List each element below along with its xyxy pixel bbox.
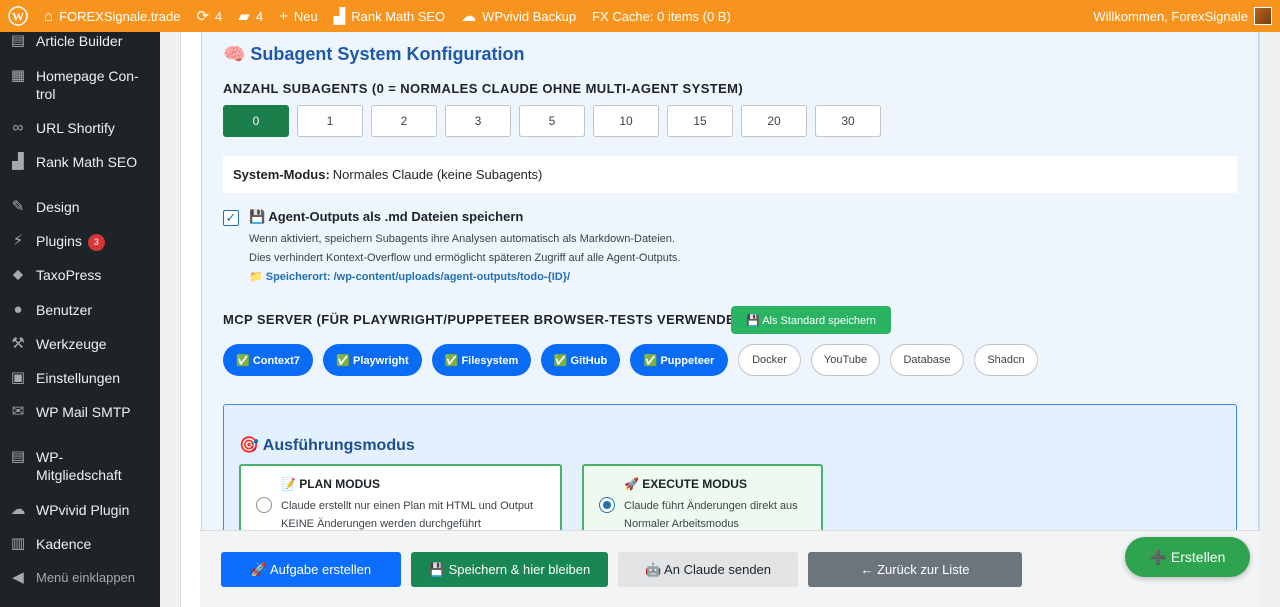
mcp-youtube-toggle[interactable]: YouTube — [811, 344, 880, 376]
system-mode-box: System-Modus: Normales Claude (keine Suba… — [223, 156, 1237, 193]
execute-mode-radio[interactable] — [599, 497, 615, 513]
sidebar-item-homepage-control[interactable]: ▦ Homepage Con-trol — [0, 67, 160, 103]
execution-mode-title: 🎯 Ausführungsmodus — [239, 437, 415, 454]
mcp-playwright-toggle[interactable]: ✅ Playwright — [323, 344, 422, 376]
plan-mode-title: 📝 PLAN MODUS — [281, 477, 380, 491]
sidebar-item-design[interactable]: ✎ Design — [0, 198, 160, 216]
plugins-update-badge: 3 — [87, 234, 105, 251]
execute-mode-title: 🚀 EXECUTE MODUS — [624, 477, 747, 491]
kadence-icon: ▥ — [10, 535, 26, 552]
plus-icon: + — [279, 7, 288, 25]
create-task-button[interactable]: 🚀 Aufgabe erstellen — [221, 552, 401, 587]
rankmath-link[interactable]: ▟ Rank Math SEO — [326, 0, 453, 32]
new-content-link[interactable]: + Neu — [271, 0, 326, 32]
cloud-icon: ☁ — [10, 501, 26, 518]
admin-bar: W ⌂ FOREXSignale.trade ⟳ 4 ▰ 4 + Neu ▟ Rank M… — [0, 0, 1280, 32]
save-outputs-help-1: Wenn aktiviert, speichern Subagents ihre… — [249, 233, 675, 245]
sidebar-item-rank-math[interactable]: ▟ Rank Math SEO — [0, 153, 160, 171]
subagent-title: 🧠 Subagent System Konfiguration — [223, 44, 525, 64]
svg-text:W: W — [12, 10, 24, 24]
mcp-puppeteer-toggle[interactable]: ✅ Puppeteer — [630, 344, 728, 376]
sidebar-item-url-shortify[interactable]: ∞ URL Shortify — [0, 119, 160, 137]
home-icon: ⌂ — [44, 7, 54, 25]
fx-cache-link[interactable]: FX Cache: 0 items (0 B) — [584, 0, 739, 32]
refresh-icon: ⟳ — [196, 7, 210, 25]
mcp-shadcn-toggle[interactable]: Shadcn — [974, 344, 1038, 376]
save-outputs-help-2: Dies verhindert Kontext-Overflow und erm… — [249, 252, 681, 264]
subagent-count-3[interactable]: 3 — [445, 105, 511, 137]
mcp-docker-toggle[interactable]: Docker — [738, 344, 801, 376]
account-menu[interactable]: Willkommen, ForexSignale — [1085, 0, 1280, 32]
back-to-list-button[interactable]: ← Zurück zur Liste — [808, 552, 1022, 587]
sidebar-item-article-builder[interactable]: ▤ Article Builder — [0, 32, 160, 50]
wordpress-logo-icon[interactable]: W — [0, 0, 36, 32]
sidebar-item-kadence[interactable]: ▥ Kadence — [0, 535, 160, 553]
plugin-icon: ⚡ — [12, 232, 24, 249]
sidebar-item-wpvivid[interactable]: ☁ WPvivid Plugin — [0, 501, 160, 519]
updates-link[interactable]: ⟳ 4 — [188, 0, 230, 32]
subagent-count-label: ANZAHL SUBAGENTS (0 = NORMALES CLAUDE OH… — [223, 81, 744, 96]
subagent-count-20[interactable]: 20 — [741, 105, 807, 137]
subagent-count-2[interactable]: 2 — [371, 105, 437, 137]
save-outputs-label: 💾 Agent-Outputs als .md Dateien speicher… — [249, 209, 524, 224]
sidebar-item-plugins[interactable]: ⚡ Plugins 3 — [0, 232, 160, 251]
footer-action-bar: 🚀 Aufgabe erstellen 💾 Speichern & hier b… — [200, 530, 1260, 607]
plan-mode-desc-2: KEINE Änderungen werden durchgeführt — [281, 518, 481, 530]
sidebar-item-wp-mitgliedschaft[interactable]: ▤ WP-Mitgliedschaft — [0, 448, 160, 484]
save-stay-button[interactable]: 💾 Speichern & hier bleiben — [411, 552, 608, 587]
sidebar-item-einstellungen[interactable]: ▣ Einstellungen — [0, 369, 160, 387]
wpvivid-link[interactable]: ☁ WPvivid Backup — [453, 0, 584, 32]
storage-path-text: 📁 Speicherort: /wp-content/uploads/agent… — [249, 271, 571, 283]
save-outputs-checkbox[interactable]: ✓ — [223, 210, 239, 226]
sidebar-item-benutzer[interactable]: ● Benutzer — [0, 301, 160, 319]
mail-icon: ✉ — [11, 403, 25, 420]
wrench-icon: ⚒ — [11, 335, 25, 352]
comment-icon: ▰ — [238, 7, 250, 25]
subagent-count-1[interactable]: 1 — [297, 105, 363, 137]
plan-mode-radio[interactable] — [256, 497, 272, 513]
mcp-server-label: MCP SERVER (FÜR PLAYWRIGHT/PUPPETEER BRO… — [223, 312, 750, 327]
avatar — [1254, 7, 1272, 25]
homepage-icon: ▦ — [10, 67, 26, 84]
settings-icon: ▣ — [10, 369, 26, 386]
admin-sidebar: ▤ Article Builder ▦ Homepage Con-trol ∞ URL… — [0, 32, 160, 607]
brush-icon: ✎ — [11, 198, 25, 215]
builder-icon: ▤ — [10, 32, 26, 49]
membership-icon: ▤ — [10, 448, 26, 465]
subagent-count-30[interactable]: 30 — [815, 105, 881, 137]
mcp-github-toggle[interactable]: ✅ GitHub — [541, 344, 620, 376]
subagent-count-5[interactable]: 5 — [519, 105, 585, 137]
sidebar-item-werkzeuge[interactable]: ⚒ Werkzeuge — [0, 335, 160, 353]
sidebar-item-taxopress[interactable]: ⬥ TaxoPress — [0, 266, 160, 284]
subagent-count-0[interactable]: 0 — [223, 105, 289, 137]
collapse-menu-button[interactable]: ◀ Menü einklappen — [0, 569, 160, 587]
send-to-claude-button[interactable]: 🤖 An Claude senden — [618, 552, 798, 587]
subagent-count-15[interactable]: 15 — [667, 105, 733, 137]
tag-icon: ⬥ — [12, 266, 24, 283]
execute-mode-desc-1: Claude führt Änderungen direkt aus — [624, 500, 798, 512]
site-name-link[interactable]: ⌂ FOREXSignale.trade — [36, 0, 188, 32]
user-icon: ● — [13, 301, 23, 318]
execute-mode-desc-2: Normaler Arbeitsmodus — [624, 518, 739, 530]
plan-mode-desc-1: Claude erstellt nur einen Plan mit HTML … — [281, 500, 534, 512]
chart-icon: ▟ — [333, 7, 346, 25]
mcp-filesystem-toggle[interactable]: ✅ Filesystem — [432, 344, 531, 376]
comments-link[interactable]: ▰ 4 — [230, 0, 271, 32]
rankmath-icon: ▟ — [12, 153, 24, 170]
cloud-icon: ☁ — [461, 7, 477, 25]
collapse-icon: ◀ — [12, 569, 24, 586]
create-fab-button[interactable]: ➕ Erstellen — [1125, 537, 1250, 577]
mcp-context7-toggle[interactable]: ✅ Context7 — [223, 344, 313, 376]
main-content: 🧠 Subagent System Konfiguration ANZAHL S… — [160, 32, 1280, 607]
link-icon: ∞ — [12, 119, 24, 136]
save-as-default-button[interactable]: 💾 Als Standard speichern — [731, 306, 891, 334]
subagent-count-10[interactable]: 10 — [593, 105, 659, 137]
mcp-database-toggle[interactable]: Database — [890, 344, 964, 376]
sidebar-item-wp-mail-smtp[interactable]: ✉ WP Mail SMTP — [0, 403, 160, 421]
